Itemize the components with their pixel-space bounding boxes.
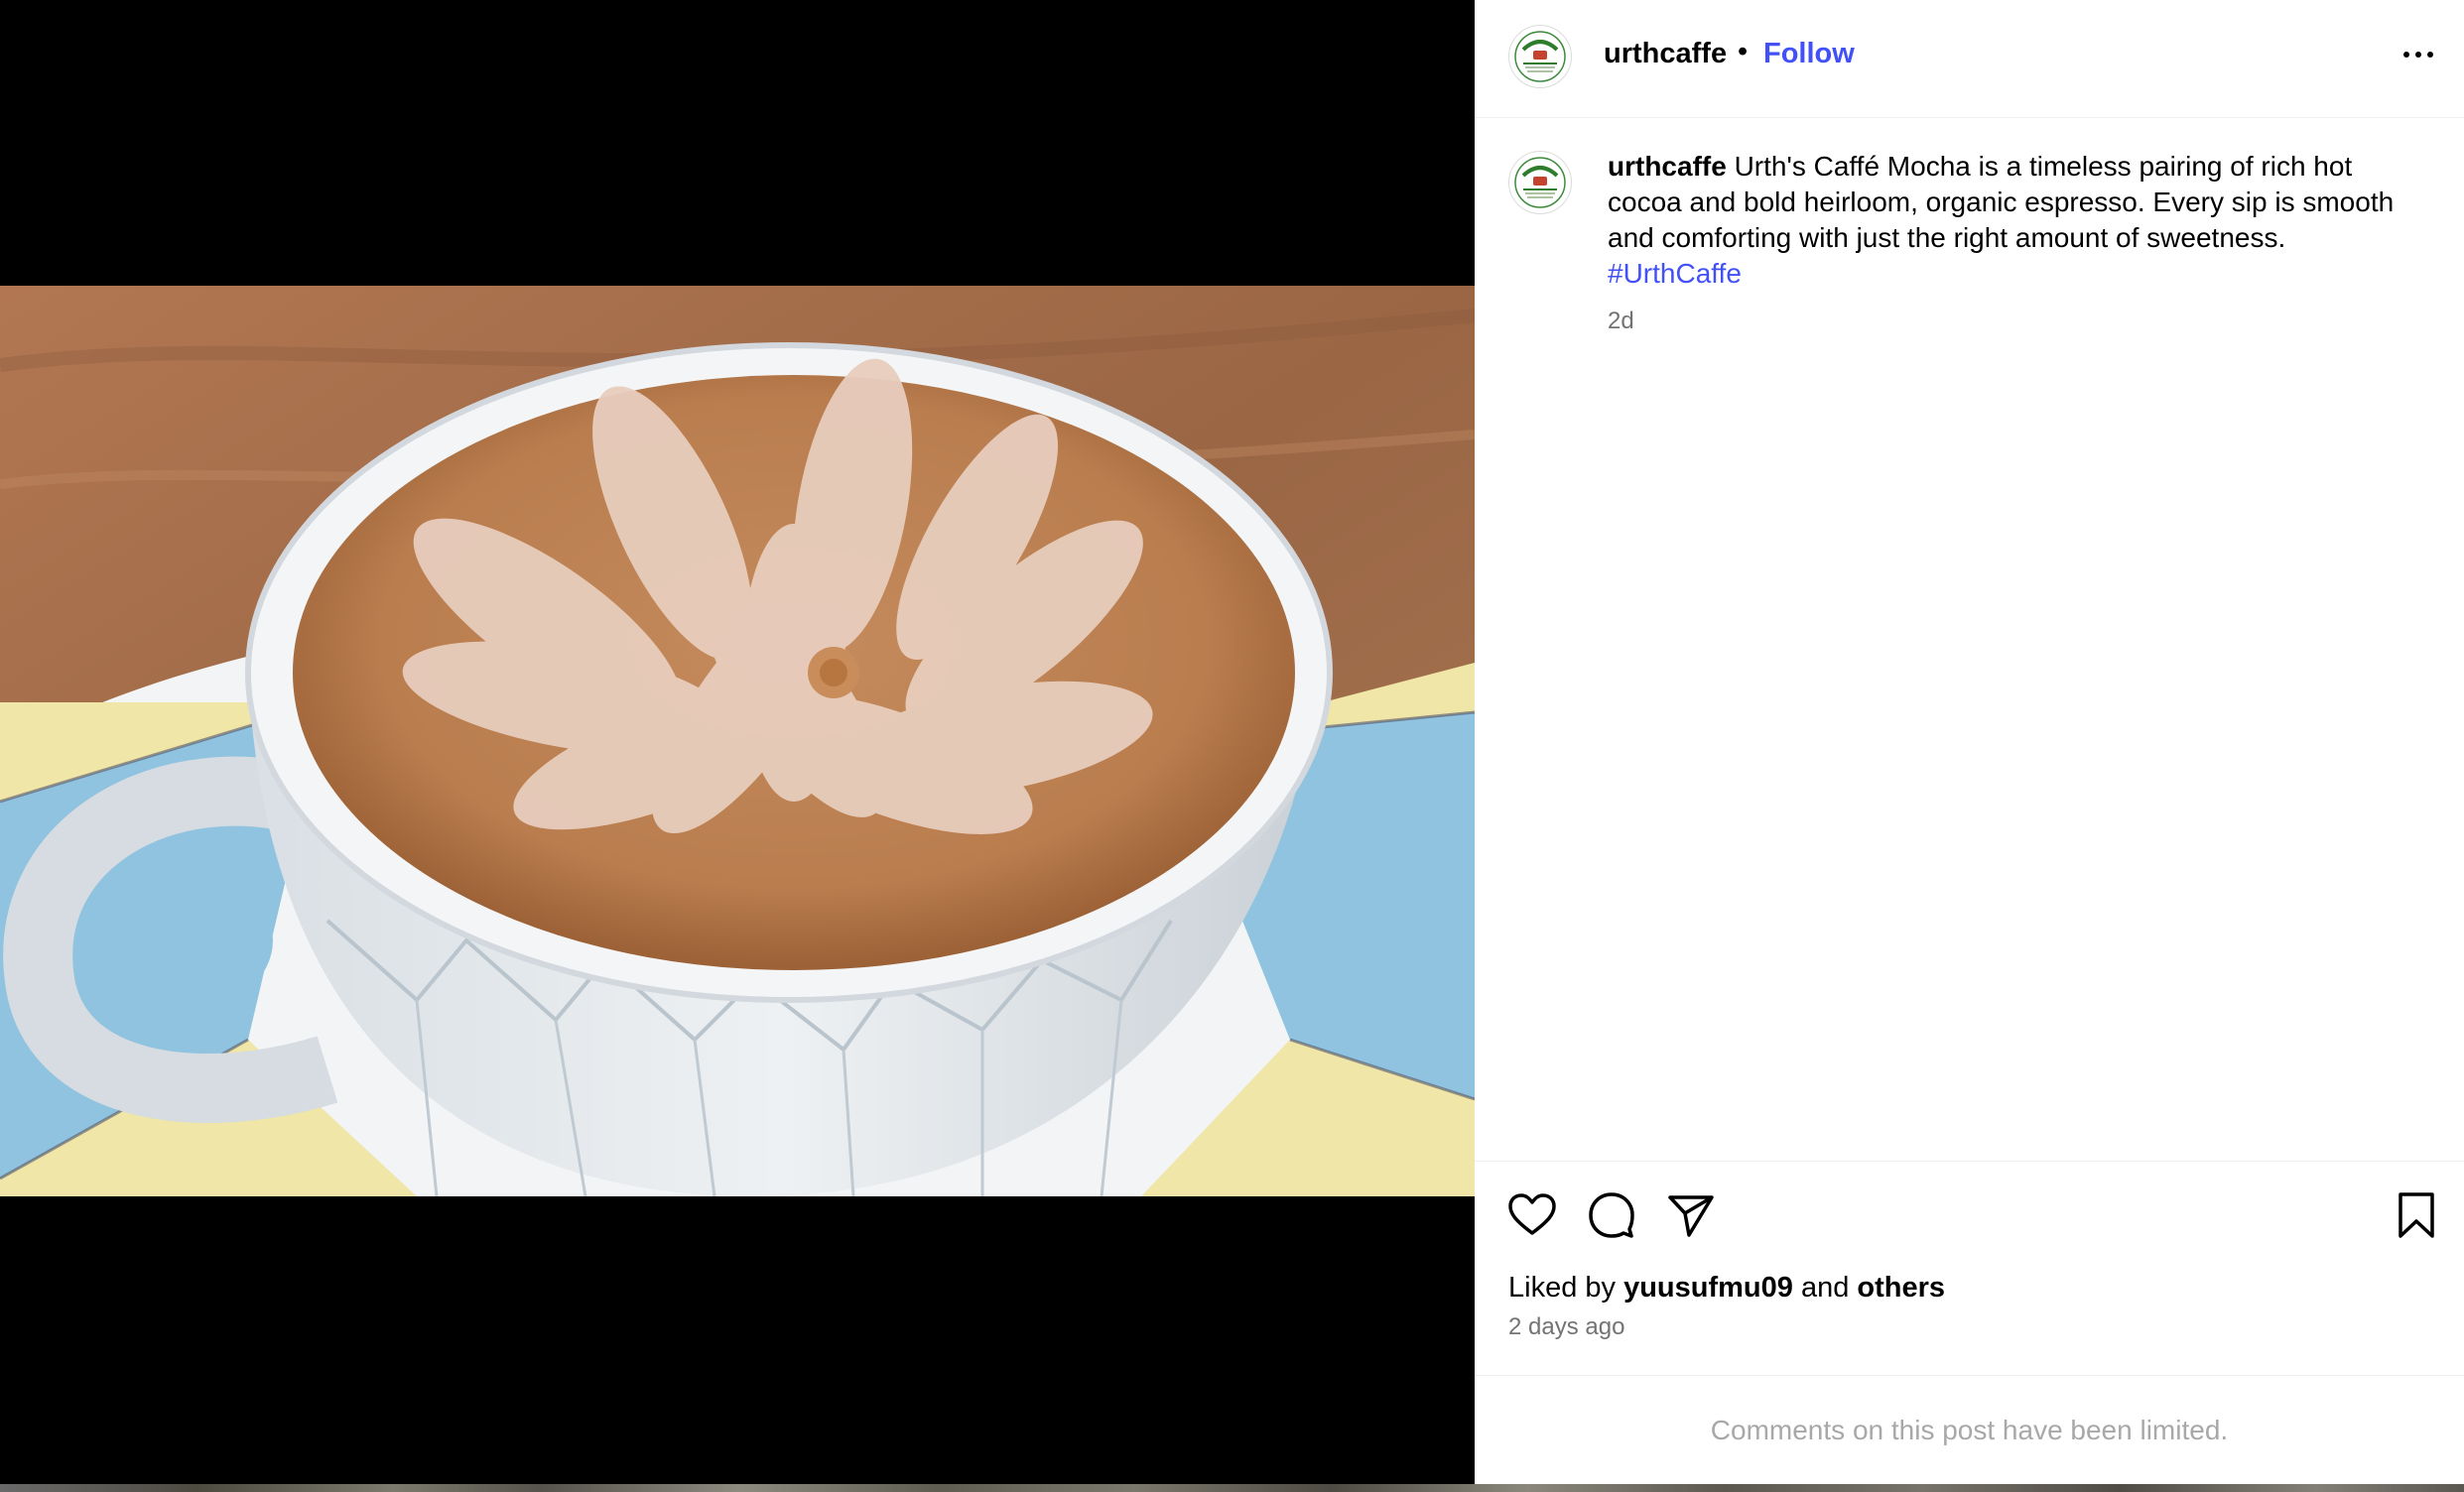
post-side-panel: urthcaffe • Follow urthcaffe Urth's Caff…	[1475, 0, 2464, 1484]
urth-caffe-logo-icon	[1510, 27, 1570, 86]
comments-limited-notice: Comments on this post have been limited.	[1710, 1415, 2229, 1445]
follow-button[interactable]: Follow	[1763, 38, 1855, 70]
likes-conjunction: and	[1800, 1272, 1850, 1304]
likes-others-link[interactable]: others	[1857, 1272, 1945, 1304]
liker-username[interactable]: yuusufmu09	[1623, 1272, 1793, 1304]
more-horizontal-icon[interactable]	[2394, 40, 2443, 69]
caption-text-block: urthcaffe Urth's Caffé Mocha is a timele…	[1608, 149, 2411, 292]
urth-caffe-logo-icon	[1510, 153, 1570, 212]
post-header: urthcaffe • Follow	[1475, 0, 2464, 118]
author-avatar[interactable]	[1508, 25, 1572, 88]
caption-hashtag[interactable]: #UrthCaffe	[1608, 258, 1742, 289]
separator-dot: •	[1738, 36, 1749, 67]
post-timestamp[interactable]: 2 days ago	[1508, 1313, 1624, 1341]
paper-plane-icon[interactable]	[1665, 1189, 1717, 1241]
comments-area: Comments on this post have been limited.	[1475, 1375, 2464, 1485]
caption-timestamp[interactable]: 2d	[1608, 308, 1634, 335]
background-page-strip	[0, 1484, 2464, 1492]
likes-prefix: Liked by	[1508, 1272, 1617, 1304]
caption-username[interactable]: urthcaffe	[1608, 151, 1727, 182]
comment-icon[interactable]	[1586, 1189, 1637, 1241]
author-username[interactable]: urthcaffe	[1604, 38, 1727, 70]
caption-avatar[interactable]	[1508, 151, 1572, 214]
post-media[interactable]	[0, 0, 1475, 1484]
action-bar	[1475, 1161, 2464, 1238]
bookmark-icon[interactable]	[2391, 1189, 2442, 1241]
heart-icon[interactable]	[1506, 1189, 1558, 1241]
likes-summary: Liked by yuusufmu09 and others	[1508, 1272, 1945, 1305]
post-photo	[0, 286, 1475, 1196]
